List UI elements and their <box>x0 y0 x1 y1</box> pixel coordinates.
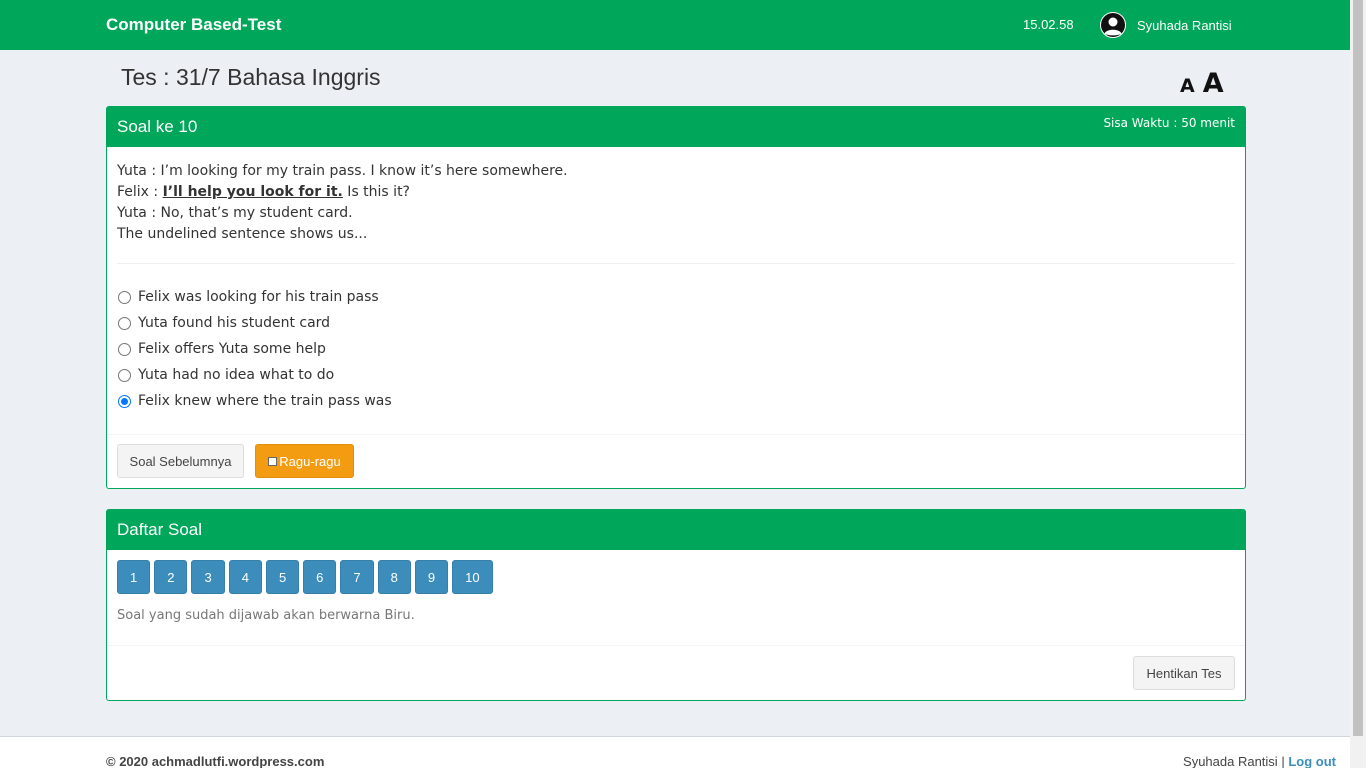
radio-button[interactable] <box>118 368 131 382</box>
question-number-button[interactable]: 1 <box>117 560 151 594</box>
answer-option[interactable]: Felix knew where the train pass was <box>117 388 392 414</box>
user-avatar-icon <box>1100 12 1126 38</box>
question-list-title: Daftar Soal <box>117 520 203 539</box>
question-box-header: Soal ke 10 Sisa Waktu : 50 menit <box>107 107 1245 147</box>
question-line-2-suffix: Is this it? <box>342 184 410 200</box>
doubt-toggle-button[interactable]: Ragu-ragu <box>255 444 354 478</box>
page-footer: © 2020 achmadlutfi.wordpress.com Syuhada… <box>0 736 1350 768</box>
answer-option-label: Yuta had no idea what to do <box>138 367 335 383</box>
copyright-text: © 2020 achmadlutfi.wordpress.com <box>106 754 325 768</box>
answer-option-label: Yuta found his student card <box>138 315 331 331</box>
radio-button[interactable] <box>118 342 131 356</box>
question-number-button[interactable]: 2 <box>154 560 188 594</box>
doubt-button-label: Ragu-ragu <box>279 453 341 469</box>
font-smaller-button[interactable]: A <box>1180 75 1195 97</box>
question-line-3: Yuta : No, that’s my student card. <box>117 205 353 221</box>
doubt-checkbox[interactable] <box>268 456 278 466</box>
answer-option-label: Felix knew where the train pass was <box>138 393 392 409</box>
user-menu[interactable]: Syuhada Rantisi <box>1100 12 1232 38</box>
question-number-button[interactable]: 6 <box>303 560 337 594</box>
question-number-button[interactable]: 4 <box>228 560 262 594</box>
answer-option[interactable]: Yuta had no idea what to do <box>117 362 392 388</box>
question-box: Soal ke 10 Sisa Waktu : 50 menit Yuta : … <box>106 106 1246 489</box>
answer-option[interactable]: Yuta found his student card <box>117 310 392 336</box>
question-line-4: The undelined sentence shows us... <box>117 226 368 242</box>
footer-user-name: Syuhada Rantisi <box>1183 754 1278 768</box>
stop-test-button[interactable]: Hentikan Tes <box>1133 656 1235 690</box>
font-larger-button[interactable]: A <box>1203 70 1224 97</box>
question-number-button[interactable]: 9 <box>414 560 449 594</box>
question-line-2: Felix : I’ll help you look for it. Is th… <box>117 182 568 203</box>
question-number-button[interactable]: 3 <box>191 560 225 594</box>
answer-option[interactable]: Felix was looking for his train pass <box>117 284 392 310</box>
logout-link[interactable]: Log out <box>1288 754 1336 768</box>
top-navbar: Computer Based-Test 15.02.58 Syuhada Ran… <box>0 0 1350 50</box>
question-number-buttons: 1 2 3 4 5 6 7 8 9 10 <box>117 560 493 594</box>
user-name: Syuhada Rantisi <box>1137 17 1232 33</box>
previous-question-button[interactable]: Soal Sebelumnya <box>117 444 244 478</box>
radio-button[interactable] <box>118 290 131 304</box>
question-number-button[interactable]: 8 <box>377 560 411 594</box>
radio-button[interactable] <box>118 316 131 330</box>
question-line-2-prefix: Felix : <box>117 184 163 200</box>
underlined-sentence: I’ll help you look for it. <box>162 184 343 200</box>
footer-separator: | <box>1281 754 1285 768</box>
question-number-title: Soal ke 10 <box>117 117 198 136</box>
page-scrollbar[interactable] <box>1350 0 1366 768</box>
question-number-button[interactable]: 5 <box>265 560 300 594</box>
footer-user-area: Syuhada Rantisi | Log out <box>1183 754 1336 768</box>
app-brand[interactable]: Computer Based-Test <box>106 15 281 35</box>
question-number-button[interactable]: 10 <box>452 560 493 594</box>
answer-option-label: Felix was looking for his train pass <box>138 289 379 305</box>
radio-button-selected[interactable] <box>118 394 131 408</box>
question-text: Yuta : I’m looking for my train pass. I … <box>117 161 568 245</box>
answer-option-label: Felix offers Yuta some help <box>138 341 326 357</box>
question-footer-divider <box>107 434 1245 435</box>
scrollbar-thumb[interactable] <box>1353 0 1363 736</box>
question-number-button[interactable]: 7 <box>340 560 374 594</box>
font-size-controls: A A <box>1180 70 1224 97</box>
answer-option[interactable]: Felix offers Yuta some help <box>117 336 392 362</box>
clock-display: 15.02.58 <box>1023 17 1074 32</box>
question-list-footer-divider <box>107 645 1245 646</box>
answered-hint: Soal yang sudah dijawab akan berwarna Bi… <box>117 608 415 623</box>
page-title: Tes : 31/7 Bahasa Inggris <box>121 64 381 90</box>
question-divider <box>117 263 1235 264</box>
question-line-1: Yuta : I’m looking for my train pass. I … <box>117 163 568 179</box>
question-list-header: Daftar Soal <box>107 510 1245 550</box>
question-list-box: Daftar Soal 1 2 3 4 5 6 7 8 9 10 Soal ya… <box>106 509 1246 701</box>
remaining-time: Sisa Waktu : 50 menit <box>1103 116 1235 130</box>
answer-options: Felix was looking for his train pass Yut… <box>117 284 392 414</box>
